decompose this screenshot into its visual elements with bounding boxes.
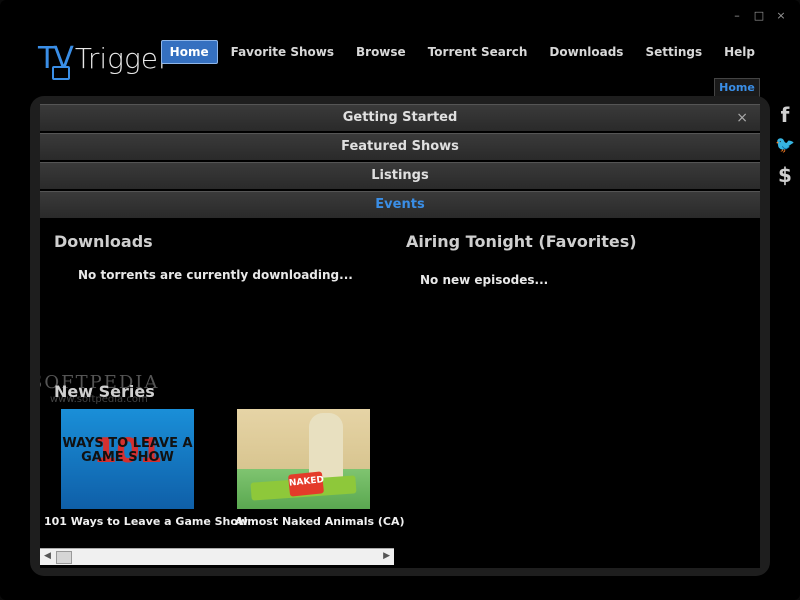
airing-message: No new episodes... — [420, 273, 549, 287]
minimize-icon[interactable]: – — [730, 8, 744, 22]
accordion-label: Featured Shows — [341, 139, 459, 154]
show-thumbnail[interactable]: 101 WAYS TO LEAVE A GAME SHOW — [61, 409, 194, 509]
accordion-label: Getting Started — [342, 110, 458, 125]
app-window: – □ × TV Trigger Home Favorite Shows Bro… — [0, 0, 800, 600]
new-series-title: New Series — [54, 382, 155, 401]
facebook-icon[interactable]: f — [781, 104, 790, 126]
thumb-title-small: WAYS TO LEAVE A GAME SHOW — [62, 436, 193, 465]
downloads-message: No torrents are currently downloading... — [78, 268, 353, 282]
logo-trigger: Trigger — [74, 42, 170, 75]
nav-favorite-shows[interactable]: Favorite Shows — [222, 40, 343, 64]
show-card[interactable]: NAKED Almost Naked Animals (CA) — [235, 409, 405, 528]
nav-settings[interactable]: Settings — [636, 40, 711, 64]
main-nav: Home Favorite Shows Browse Torrent Searc… — [160, 40, 764, 64]
app-logo: TV Trigger — [38, 38, 170, 80]
social-links: f 🐦 $ — [775, 104, 795, 186]
content-area: Getting Started × Featured Shows Listing… — [40, 104, 760, 568]
scroll-left-icon[interactable]: ◀ — [44, 551, 51, 561]
show-label[interactable]: Almost Naked Animals (CA) — [235, 515, 405, 528]
nav-home[interactable]: Home — [160, 40, 218, 64]
nav-torrent-search[interactable]: Torrent Search — [419, 40, 537, 64]
donate-icon[interactable]: $ — [778, 164, 792, 186]
home-tab[interactable]: Home — [714, 78, 760, 97]
nav-downloads[interactable]: Downloads — [540, 40, 632, 64]
accordion-featured-shows[interactable]: Featured Shows — [40, 133, 760, 160]
accordion-label: Events — [375, 197, 425, 212]
show-label[interactable]: 101 Ways to Leave a Game Show — [44, 515, 248, 528]
logo-tv: TV — [38, 44, 74, 80]
close-window-icon[interactable]: × — [774, 8, 788, 22]
nav-browse[interactable]: Browse — [347, 40, 415, 64]
close-icon[interactable]: × — [736, 105, 748, 131]
accordion-getting-started[interactable]: Getting Started × — [40, 104, 760, 131]
show-card[interactable]: 101 WAYS TO LEAVE A GAME SHOW 101 Ways t… — [44, 409, 248, 528]
accordion-label: Listings — [371, 168, 429, 183]
airing-title: Airing Tonight (Favorites) — [406, 232, 637, 251]
twitter-icon[interactable]: 🐦 — [775, 134, 795, 156]
scroll-right-icon[interactable]: ▶ — [383, 551, 390, 561]
accordion-events[interactable]: Events — [40, 191, 760, 218]
main-panel: Getting Started × Featured Shows Listing… — [30, 96, 770, 576]
accordion-listings[interactable]: Listings — [40, 162, 760, 189]
show-thumbnail[interactable]: NAKED — [237, 409, 370, 509]
window-controls: – □ × — [730, 8, 788, 22]
scrollbar-thumb[interactable] — [56, 551, 72, 564]
horizontal-scrollbar[interactable]: ◀ ▶ — [40, 548, 394, 565]
nav-help[interactable]: Help — [715, 40, 764, 64]
maximize-icon[interactable]: □ — [752, 8, 766, 22]
downloads-title: Downloads — [54, 232, 153, 251]
